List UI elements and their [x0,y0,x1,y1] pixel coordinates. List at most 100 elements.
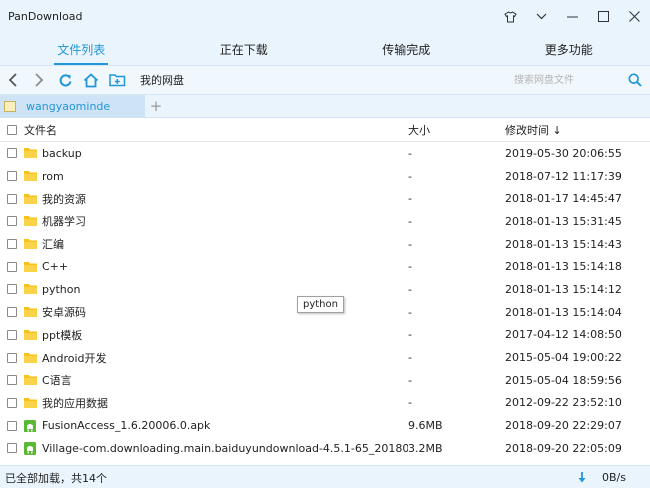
file-modified-time: 2018-07-12 11:17:39 [505,169,622,183]
file-row[interactable]: 汇编 - 2018-01-13 15:14:43 [0,233,650,256]
row-checkbox-cell [0,420,24,431]
file-modified-time: 2018-01-13 15:14:18 [505,260,622,274]
title-bar: PanDownload [0,0,650,33]
file-modified-time: 2018-09-20 22:05:09 [505,441,622,455]
folder-icon [24,238,37,250]
row-checkbox-cell [0,352,24,363]
home-icon[interactable] [78,67,104,93]
file-name-cell: 汇编 [24,236,408,252]
account-name: wangyaominde [26,99,111,113]
tooltip: python [297,296,344,313]
row-checkbox[interactable] [7,329,17,340]
file-size: - [408,305,412,319]
file-row[interactable]: 机器学习 - 2018-01-13 15:31:45 [0,210,650,233]
row-checkbox-cell [0,239,24,250]
row-checkbox[interactable] [7,239,17,250]
row-checkbox-cell [0,397,24,408]
file-row[interactable]: 我的资源 - 2018-01-17 14:45:47 [0,187,650,210]
file-name-cell: C++ [24,260,408,273]
row-checkbox[interactable] [7,284,17,295]
row-checkbox[interactable] [7,171,17,182]
file-modified-time: 2018-01-13 15:14:12 [505,282,622,296]
file-size: - [408,282,412,296]
file-name: C语言 [42,374,72,388]
file-name: FusionAccess_1.6.20006.0.apk [42,419,211,433]
file-name: backup [42,146,82,160]
row-checkbox[interactable] [7,420,17,431]
search-input[interactable] [514,70,614,90]
search-icon[interactable] [626,71,644,89]
refresh-icon[interactable] [52,67,78,93]
folder-icon [24,261,37,273]
folder-icon [24,215,37,227]
forward-icon[interactable] [26,67,52,93]
apk-file-icon [24,419,37,433]
row-checkbox[interactable] [7,261,17,272]
column-header-name[interactable]: 文件名 [24,122,408,138]
file-row[interactable]: ppt模板 - 2017-04-12 14:08:50 [0,324,650,347]
scrollbar[interactable] [636,142,650,460]
row-checkbox-cell [0,171,24,182]
file-size: - [408,214,412,228]
row-checkbox[interactable] [7,375,17,386]
file-size: - [408,373,412,387]
search-box [514,69,644,91]
file-row[interactable]: FusionAccess_1.6.20006.0.apk 9.6MB 2018-09… [0,414,650,437]
window-controls [495,0,650,33]
file-row[interactable]: C++ - 2018-01-13 15:14:18 [0,255,650,278]
file-name-cell: Village-com.downloading.main.baiduyundow… [24,442,408,455]
file-row[interactable]: rom - 2018-07-12 11:17:39 [0,165,650,188]
folder-icon [24,352,37,364]
account-tab[interactable]: wangyaominde [0,95,145,117]
skin-shirt-icon[interactable] [495,0,526,33]
column-header-time[interactable]: 修改时间 ↓ [505,122,636,138]
file-modified-time: 2015-05-04 18:59:56 [505,373,622,387]
file-name: 机器学习 [42,215,86,229]
row-checkbox-cell [0,307,24,318]
close-icon[interactable] [619,0,650,33]
row-checkbox[interactable] [7,397,17,408]
maximize-icon[interactable] [588,0,619,33]
file-name-cell: ppt模板 [24,327,408,343]
file-row[interactable]: C语言 - 2015-05-04 18:59:56 [0,369,650,392]
row-checkbox[interactable] [7,307,17,318]
file-size: 3.2MB [408,441,443,455]
row-checkbox[interactable] [7,352,17,363]
row-checkbox[interactable] [7,148,17,159]
status-text: 已全部加载，共14个 [5,471,107,485]
row-checkbox-cell [0,443,24,454]
file-size: - [408,328,412,342]
row-checkbox[interactable] [7,193,17,204]
row-checkbox[interactable] [7,216,17,227]
row-checkbox-cell [0,193,24,204]
file-row[interactable]: 我的应用数据 - 2012-09-22 23:52:10 [0,392,650,415]
file-row[interactable]: Android开发 - 2015-05-04 19:00:22 [0,346,650,369]
add-account-button[interactable]: + [145,95,167,117]
file-name: Village-com.downloading.main.baiduyundow… [42,441,408,455]
file-size: - [408,237,412,251]
row-checkbox[interactable] [7,443,17,454]
pandownload-window: PanDownload 文件列表 正在下载 传输完成 更多功能 我的网盘 搜索网… [0,0,650,488]
file-row[interactable]: Village-com.downloading.main.baiduyundow… [0,437,650,460]
file-modified-time: 2018-01-17 14:45:47 [505,192,622,206]
account-tab-bar: wangyaominde + [0,95,650,118]
folder-icon [24,170,37,182]
select-all-checkbox[interactable] [7,124,17,135]
tab-downloading[interactable]: 正在下载 [163,33,326,65]
new-folder-icon[interactable] [104,67,130,93]
file-toolbar: 我的网盘 [0,65,650,95]
folder-icon [24,397,37,409]
file-modified-time: 2012-09-22 23:52:10 [505,396,622,410]
tab-file-list[interactable]: 文件列表 [0,33,163,65]
file-size: 9.6MB [408,419,443,433]
minimize-icon[interactable] [557,0,588,33]
row-checkbox-cell [0,148,24,159]
menu-chevron-down-icon[interactable] [526,0,557,33]
file-name: 我的资源 [42,192,86,206]
file-list-header: 文件名 大小 修改时间 ↓ [0,118,650,142]
tab-more-features[interactable]: 更多功能 [488,33,650,65]
back-icon[interactable] [0,67,26,93]
file-row[interactable]: backup - 2019-05-30 20:06:55 [0,142,650,165]
tab-completed[interactable]: 传输完成 [325,33,488,65]
column-header-size[interactable]: 大小 [408,122,505,138]
